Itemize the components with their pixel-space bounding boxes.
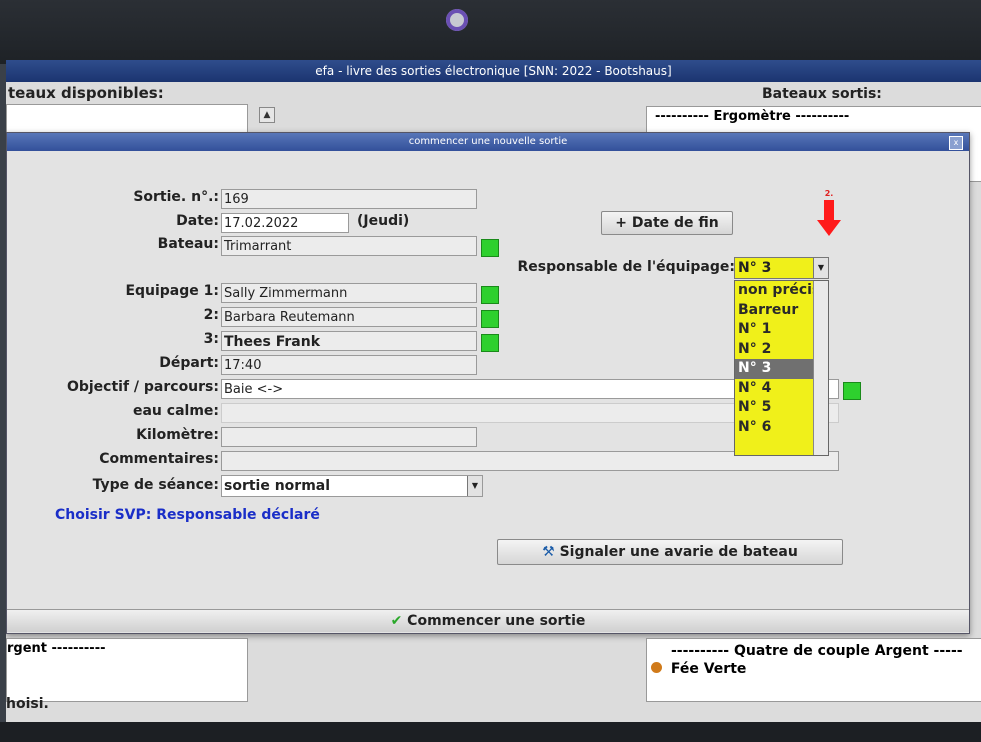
day-label: (Jeudi) — [357, 213, 410, 229]
equipage3-label: 3: — [203, 331, 219, 347]
eau-label: eau calme: — [132, 403, 219, 419]
depart-field[interactable]: 17:40 — [221, 355, 477, 375]
equipage1-status-icon — [481, 286, 499, 304]
equipage2-status-icon — [481, 310, 499, 328]
monitor-bezel-bottom — [0, 722, 981, 742]
dropdown-item[interactable]: N° 6 — [735, 418, 816, 438]
sortie-label: Sortie. n°.: — [133, 189, 219, 205]
start-outing-label: Commencer une sortie — [407, 613, 586, 629]
dropdown-item[interactable]: N° 1 — [735, 320, 816, 340]
close-icon[interactable]: x — [949, 136, 963, 150]
avarie-button[interactable]: ⚒ Signaler une avarie de bateau — [497, 539, 843, 565]
dialog-title: commencer une nouvelle sortie — [408, 136, 568, 147]
list-item[interactable]: rgent ---------- — [7, 639, 247, 658]
new-outing-dialog: commencer une nouvelle sortie x Sortie. … — [6, 132, 970, 634]
bateau-status-icon — [481, 239, 499, 257]
equipage1-field[interactable]: Sally Zimmermann — [221, 283, 477, 303]
commentaires-label: Commentaires: — [99, 451, 219, 467]
date-fin-button[interactable]: + Date de fin — [601, 211, 733, 235]
start-outing-button[interactable]: ✔ Commencer une sortie — [7, 609, 969, 632]
available-boats-list-bottom[interactable]: rgent ---------- — [6, 638, 248, 702]
chevron-down-icon[interactable]: ▼ — [813, 258, 828, 278]
boats-out-list-bottom[interactable]: ---------- Quatre de couple Argent -----… — [646, 638, 981, 702]
webcam-icon — [446, 9, 468, 31]
chevron-down-icon[interactable]: ▼ — [467, 476, 482, 496]
dialog-titlebar: commencer une nouvelle sortie x — [7, 133, 969, 151]
boat-status-icon — [651, 662, 662, 673]
depart-label: Départ: — [159, 355, 219, 371]
annotation-label: 2. — [824, 189, 834, 198]
type-label: Type de séance: — [92, 477, 219, 493]
equipage2-field[interactable]: Barbara Reutemann — [221, 307, 477, 327]
red-arrow-icon — [817, 200, 841, 236]
dropdown-item[interactable]: N° 5 — [735, 398, 816, 418]
annotation-arrow: 2. — [817, 189, 841, 242]
dropdown-scrollbar[interactable] — [813, 281, 828, 455]
equipage2-label: 2: — [203, 307, 219, 323]
responsable-dropdown-list[interactable]: non précis Barreur N° 1 N° 2 N° 3 N° 4 N… — [734, 280, 829, 456]
responsable-selected-value: N° 3 — [738, 260, 772, 276]
hammer-icon: ⚒ — [542, 544, 555, 560]
kilometre-field[interactable] — [221, 427, 477, 447]
boat-name: Fée Verte — [670, 661, 747, 677]
scroll-up-icon[interactable]: ▲ — [259, 107, 275, 123]
equipage3-status-icon — [481, 334, 499, 352]
kilometre-label: Kilomètre: — [136, 427, 219, 443]
dropdown-item[interactable]: N° 4 — [735, 379, 816, 399]
responsable-select[interactable]: N° 3 ▼ — [734, 257, 829, 279]
type-selected-value: sortie normal — [224, 478, 331, 494]
list-item[interactable]: ---------- Ergomètre ---------- — [647, 107, 981, 126]
responsable-warning: Choisir SVP: Responsable déclaré — [55, 507, 320, 523]
monitor-bezel-top — [0, 0, 981, 64]
avarie-button-label: Signaler une avarie de bateau — [559, 544, 798, 560]
objectif-status-icon — [843, 382, 861, 400]
checkmark-icon: ✔ — [390, 613, 403, 629]
dropdown-item[interactable]: N° 2 — [735, 340, 816, 360]
status-bar: hoisi. — [6, 696, 49, 712]
bateau-label: Bateau: — [157, 236, 219, 252]
type-select[interactable]: sortie normal ▼ — [221, 475, 483, 497]
sortie-field[interactable]: 169 — [221, 189, 477, 209]
responsable-label: Responsable de l'équipage: — [517, 259, 735, 275]
list-item[interactable]: Fée Verte — [647, 659, 981, 677]
boats-out-header: Bateaux sortis: — [762, 86, 882, 102]
available-boats-header: teaux disponibles: — [8, 84, 164, 102]
screen: efa - livre des sorties électronique [SN… — [6, 60, 981, 732]
equipage3-field[interactable]: Thees Frank — [221, 331, 477, 351]
date-field[interactable]: 17.02.2022 — [221, 213, 349, 233]
objectif-label: Objectif / parcours: — [66, 379, 219, 395]
dropdown-item[interactable]: non précis — [735, 281, 816, 301]
bateau-field[interactable]: Trimarrant — [221, 236, 477, 256]
dropdown-item[interactable]: Barreur — [735, 301, 816, 321]
dropdown-item-selected[interactable]: N° 3 — [735, 359, 816, 379]
equipage1-label: Equipage 1: — [125, 283, 219, 299]
main-window-titlebar: efa - livre des sorties électronique [SN… — [6, 60, 981, 82]
date-label: Date: — [176, 213, 219, 229]
list-item[interactable]: ---------- Quatre de couple Argent ----- — [647, 639, 981, 659]
